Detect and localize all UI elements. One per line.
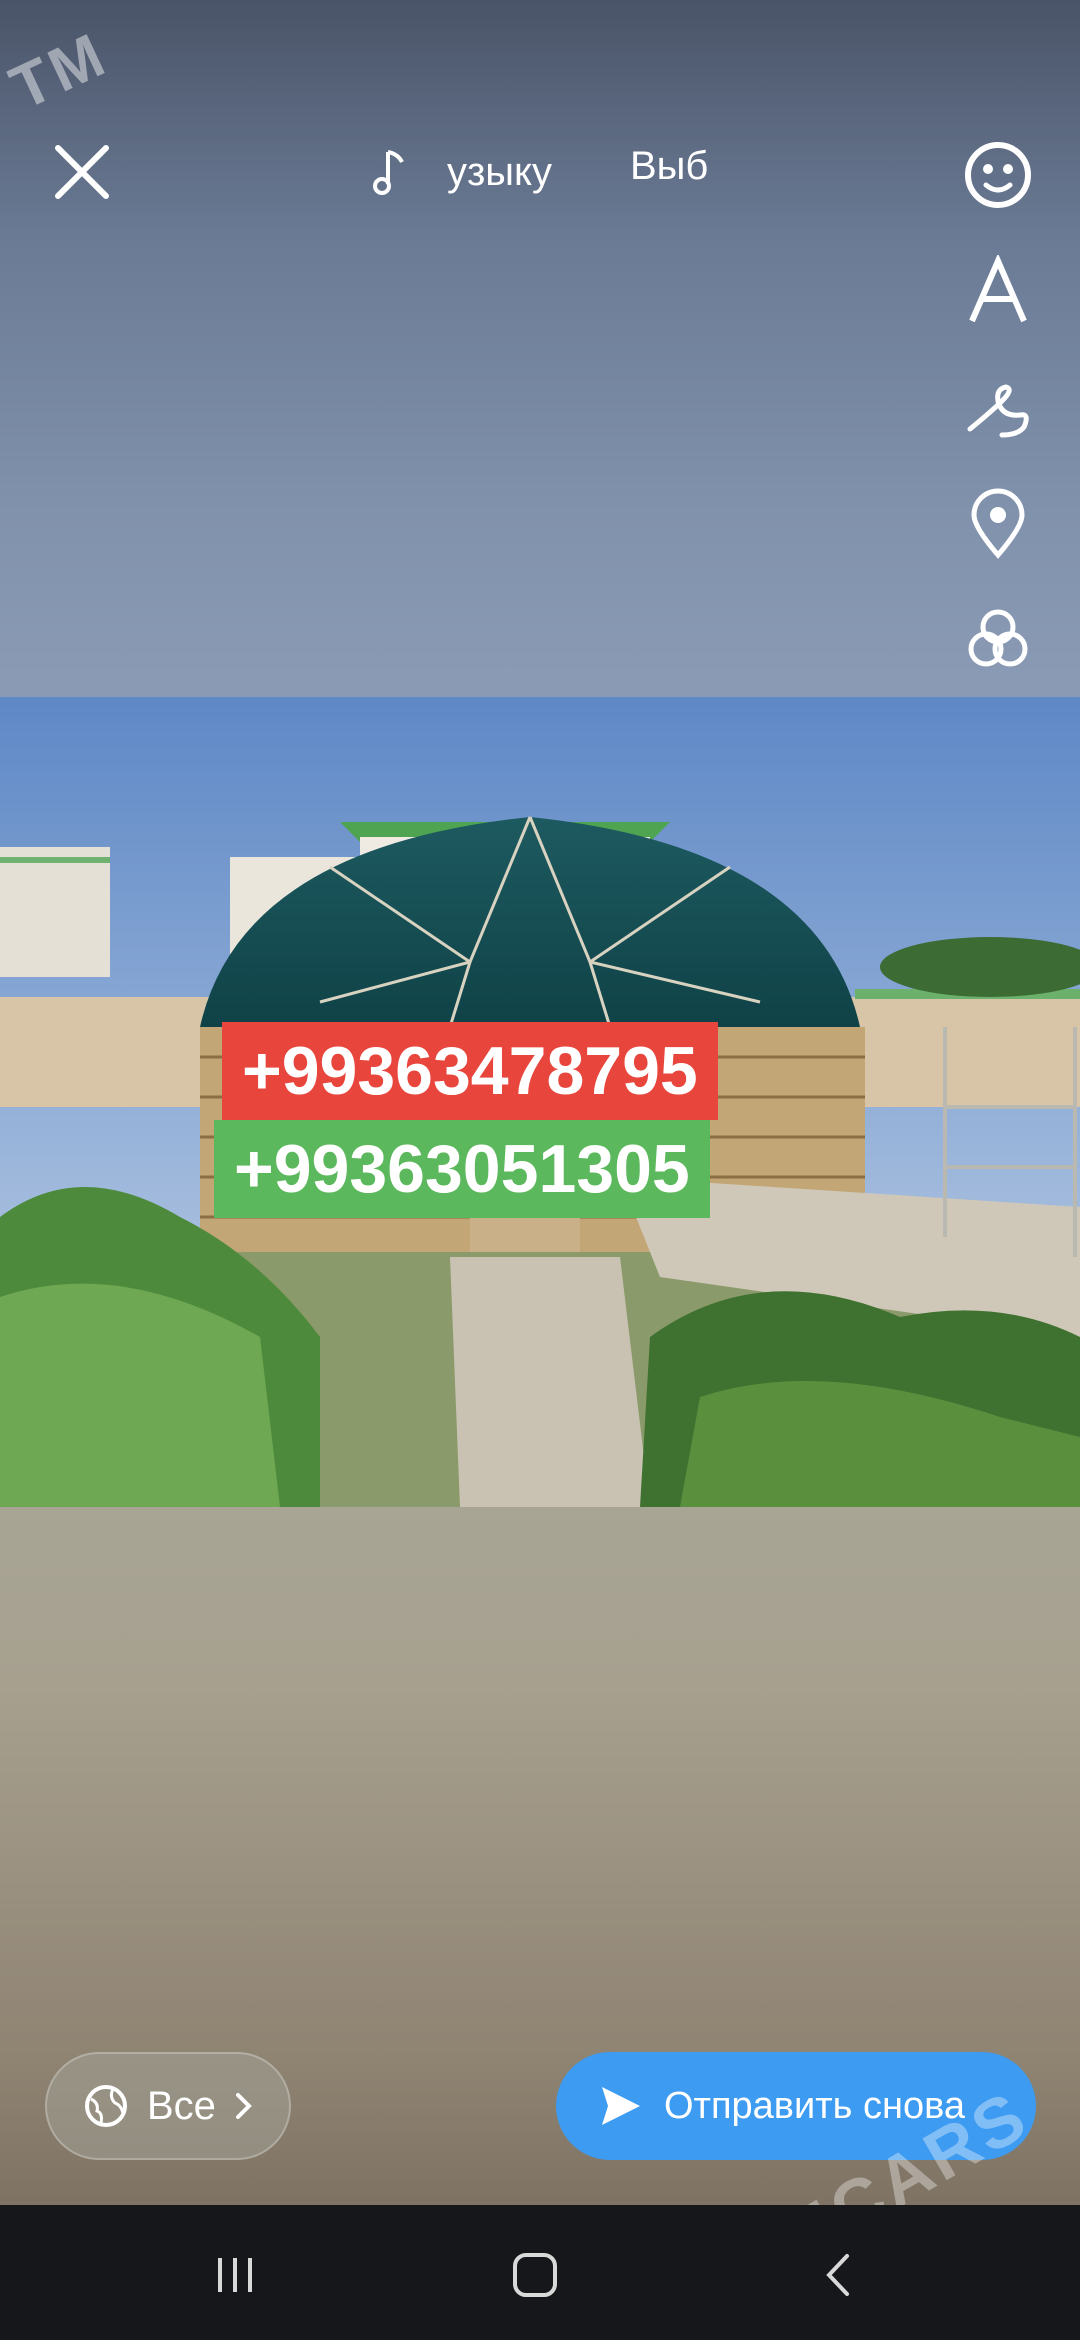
- draw-button[interactable]: [958, 367, 1038, 447]
- sticker-icon: [965, 142, 1031, 208]
- system-navigation-bar: [0, 2205, 1080, 2340]
- location-button[interactable]: [958, 483, 1038, 563]
- back-icon: [826, 2254, 849, 2296]
- close-icon: [55, 145, 109, 199]
- close-button[interactable]: [50, 140, 114, 204]
- recent-apps-icon: [218, 2258, 252, 2292]
- phone-number-primary: +99363478795: [222, 1022, 718, 1120]
- add-music-tab[interactable]: узыку: [372, 144, 552, 200]
- text-icon: [969, 255, 1027, 323]
- home-button[interactable]: [495, 2245, 575, 2305]
- music-note-icon: [373, 150, 404, 195]
- phone-number-secondary: +99363051305: [214, 1120, 710, 1218]
- draw-icon: [967, 384, 1029, 438]
- filter-icon: [968, 609, 1028, 667]
- top-bar: узыку Выб: [0, 120, 1080, 220]
- text-button[interactable]: [958, 251, 1038, 331]
- back-button[interactable]: [800, 2245, 880, 2305]
- sticker-button[interactable]: [958, 135, 1038, 215]
- watermark-top: TM: [0, 19, 118, 124]
- chevron-right-icon: [235, 2093, 252, 2119]
- select-tab[interactable]: Выб: [630, 144, 714, 200]
- send-icon: [602, 2087, 640, 2125]
- filter-button[interactable]: [958, 599, 1038, 679]
- recent-apps-button[interactable]: [195, 2245, 275, 2305]
- add-music-label: узыку: [446, 149, 552, 194]
- audience-selector-button[interactable]: Все: [45, 2052, 291, 2160]
- home-icon: [513, 2253, 557, 2297]
- location-icon: [971, 488, 1025, 559]
- audience-label: Все: [147, 2083, 216, 2128]
- globe-icon: [85, 2085, 127, 2127]
